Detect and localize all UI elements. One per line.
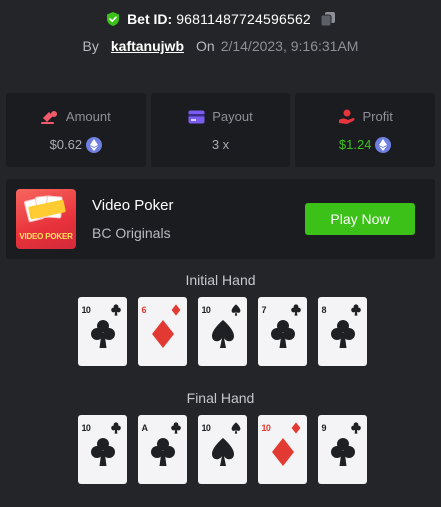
eth-icon (86, 136, 103, 153)
amount-header: Amount (40, 107, 111, 127)
amount-value: $0.62 (49, 137, 83, 152)
bet-id-value: 96811487724596562 (176, 11, 311, 27)
club-suit-icon (290, 304, 301, 316)
club-suit-icon (90, 320, 115, 348)
card-rank: 10 (81, 305, 91, 315)
verified-shield-icon (107, 12, 120, 26)
club-suit-icon (150, 438, 175, 466)
final-card: 9 (317, 415, 367, 484)
club-suit-icon (90, 438, 115, 466)
game-card: VIDEO POKER Video Poker BC Originals Pla… (6, 179, 435, 259)
card-rank: 10 (201, 423, 211, 433)
profit-value-row: $1.24 (339, 136, 392, 154)
card-rank: 9 (321, 423, 327, 433)
payout-value-row: 3 x (212, 136, 229, 154)
club-suit-icon (270, 320, 295, 348)
diamond-suit-icon (291, 422, 300, 434)
payout-stat: Payout 3 x (150, 93, 291, 167)
club-suit-icon (110, 304, 121, 316)
bet-id-row: Bet ID: 96811487724596562 (0, 11, 441, 27)
final-card: A (137, 415, 187, 484)
copy-icon[interactable] (320, 11, 336, 27)
amount-label: Amount (65, 109, 111, 124)
payout-label: Payout (212, 109, 253, 124)
bet-date: 2/14/2023, 9:16:31AM (220, 38, 359, 54)
amount-icon (40, 110, 57, 124)
initial-hand: 10 6 10 7 8 (0, 297, 441, 366)
initial-card: 8 (317, 297, 367, 366)
thumb-text: VIDEO POKER (19, 232, 73, 241)
club-suit-icon (330, 320, 355, 348)
eth-icon (375, 136, 392, 153)
payout-card-icon (188, 110, 205, 123)
profit-header: Profit (338, 107, 393, 127)
game-provider: BC Originals (92, 225, 171, 241)
card-rank: 8 (321, 305, 327, 315)
club-suit-icon (330, 438, 355, 466)
profit-label: Profit (362, 109, 393, 124)
profit-stat: Profit $1.24 (295, 93, 436, 167)
video-poker-thumbnail[interactable]: VIDEO POKER (16, 189, 76, 249)
bet-stats: Amount $0.62 Payout 3 x Profit $1.24 (6, 93, 436, 167)
final-card: 10 (257, 415, 307, 484)
final-hand: 10 A 10 10 9 (0, 415, 441, 484)
by-label: By (82, 38, 99, 54)
card-rank: A (141, 423, 148, 433)
card-rank: 10 (81, 423, 91, 433)
game-name: Video Poker (92, 197, 174, 214)
initial-card: 10 (197, 297, 247, 366)
profit-hand-icon (338, 109, 354, 124)
amount-value-row: $0.62 (50, 136, 103, 154)
diamond-suit-icon (271, 438, 294, 466)
initial-card: 6 (137, 297, 187, 366)
on-label: On (196, 38, 215, 54)
bet-id-label: Bet ID: (127, 11, 173, 27)
final-card: 10 (197, 415, 247, 484)
amount-stat: Amount $0.62 (6, 93, 146, 167)
card-rank: 10 (201, 305, 211, 315)
final-card: 10 (77, 415, 127, 484)
initial-card: 10 (77, 297, 127, 366)
club-suit-icon (170, 422, 181, 434)
club-suit-icon (350, 422, 361, 434)
card-rank: 7 (261, 305, 267, 315)
spade-suit-icon (211, 438, 234, 466)
initial-card: 7 (257, 297, 307, 366)
profit-value: $1.24 (338, 137, 372, 152)
payout-header: Payout (188, 107, 253, 127)
diamond-suit-icon (171, 304, 180, 316)
club-suit-icon (110, 422, 121, 434)
payout-value: 3 x (211, 137, 230, 152)
bet-header: Bet ID: 96811487724596562 By kaftanujwb … (0, 0, 441, 70)
initial-hand-title: Initial Hand (185, 272, 256, 288)
author-row: By kaftanujwb On 2/14/2023, 9:16:31AM (0, 38, 441, 54)
spade-suit-icon (211, 320, 234, 348)
play-now-button[interactable]: Play Now (305, 203, 415, 235)
spade-suit-icon (231, 304, 240, 316)
card-rank: 6 (141, 305, 147, 315)
diamond-suit-icon (151, 320, 174, 348)
username-link[interactable]: kaftanujwb (111, 38, 184, 54)
club-suit-icon (350, 304, 361, 316)
spade-suit-icon (231, 422, 240, 434)
final-hand-title: Final Hand (186, 390, 255, 406)
card-rank: 10 (261, 423, 271, 433)
